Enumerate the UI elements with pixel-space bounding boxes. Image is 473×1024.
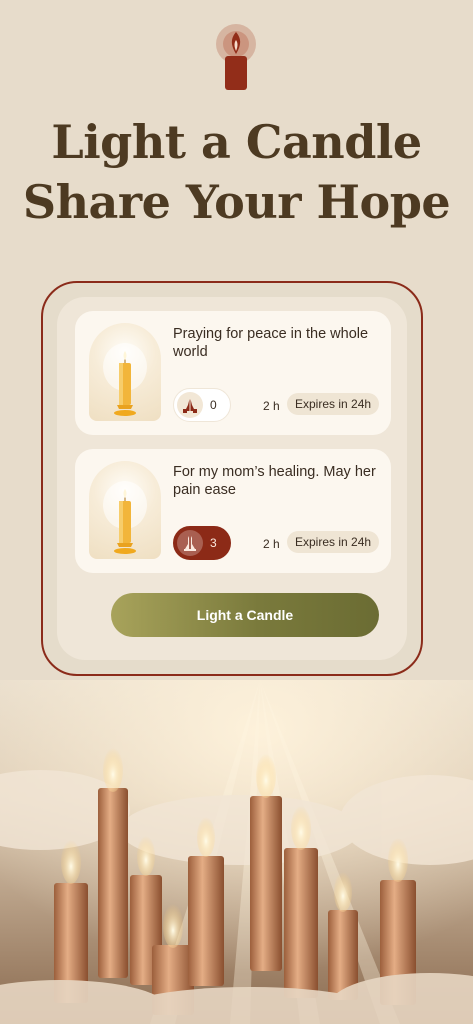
post-age: 2 h xyxy=(263,537,280,551)
prayer-text: Praying for peace in the whole world xyxy=(173,326,369,360)
pray-reaction-button[interactable]: 3 xyxy=(173,526,231,560)
prayer-panel: Praying for peace in the whole world 0 2… xyxy=(41,281,423,676)
praying-hands-icon xyxy=(177,530,203,556)
praying-hands-icon xyxy=(177,392,203,418)
prayer-card[interactable]: For my mom’s healing. May her pain ease … xyxy=(75,449,391,573)
expiry-badge: Expires in 24h xyxy=(287,531,380,553)
post-age: 2 h xyxy=(263,399,280,413)
candle-icon xyxy=(103,343,147,416)
prayer-panel-inner: Praying for peace in the whole world 0 2… xyxy=(57,297,407,660)
reaction-count: 0 xyxy=(210,398,217,412)
reaction-count: 3 xyxy=(210,536,217,550)
candle-thumbnail xyxy=(89,323,161,421)
light-candle-button[interactable]: Light a Candle xyxy=(111,593,379,637)
candles-hero-image xyxy=(0,680,473,1024)
pray-reaction-button[interactable]: 0 xyxy=(173,388,231,422)
expiry-badge: Expires in 24h xyxy=(287,393,380,415)
page-title: Light a Candle Share Your Hope xyxy=(0,112,473,232)
prayer-card[interactable]: Praying for peace in the whole world 0 2… xyxy=(75,311,391,435)
candle-icon xyxy=(103,481,147,554)
candle-flame-icon xyxy=(216,24,256,90)
candle-thumbnail xyxy=(89,461,161,559)
title-line-2: Share Your Hope xyxy=(22,175,451,229)
prayer-text: For my mom’s healing. May her pain ease xyxy=(173,464,376,498)
title-line-1: Light a Candle xyxy=(51,115,422,169)
